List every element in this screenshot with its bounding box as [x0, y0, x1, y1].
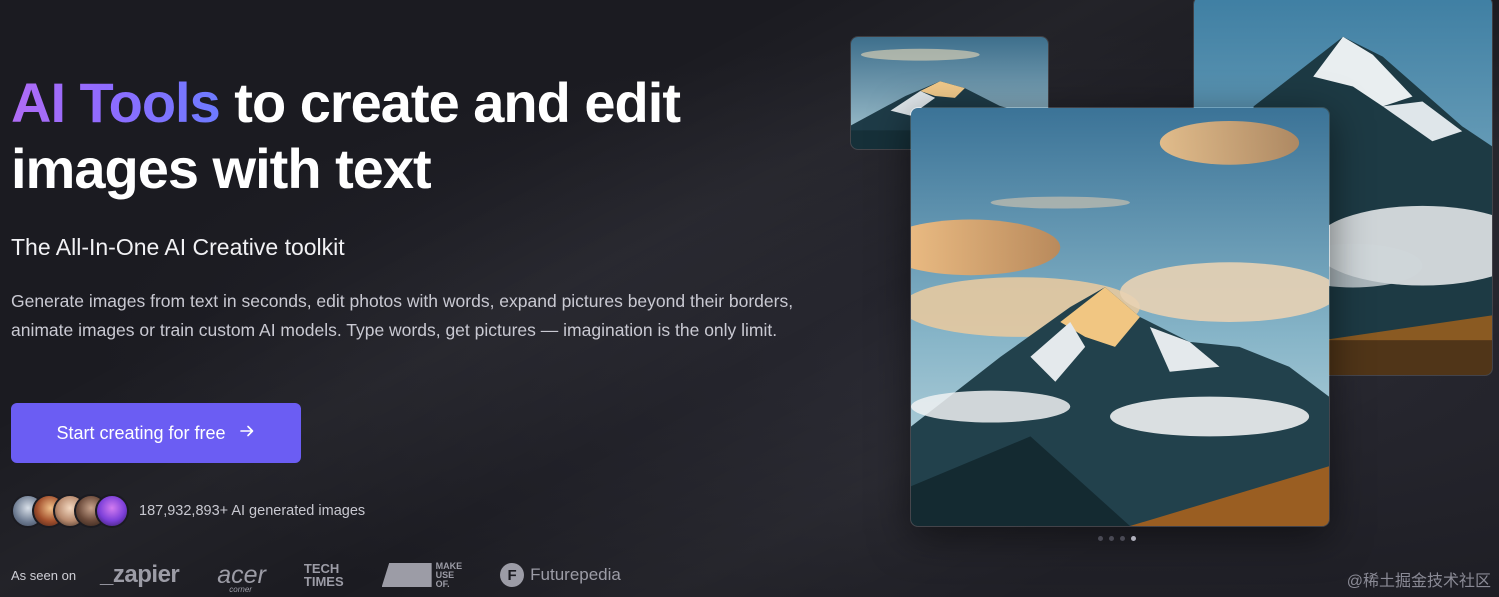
carousel-dot[interactable]: [1098, 536, 1103, 541]
makeuseof-logo-block: [381, 563, 432, 587]
hero-subtitle: The All-In-One AI Creative toolkit: [11, 234, 345, 260]
makeuseof-logo-text: MAKE USE OF.: [435, 561, 463, 589]
arrow-right-icon: [238, 422, 256, 444]
hero-section: AI Tools to create and edit images with …: [11, 70, 831, 345]
as-seen-on-bar: As seen on _zapier acer corner TECH TIMES …: [11, 555, 659, 595]
avatar-stack: [11, 494, 129, 528]
generated-images-count: 187,932,893+ AI generated images: [139, 503, 366, 519]
headline-accent: AI Tools: [11, 71, 221, 134]
mountain-image-main: [910, 107, 1330, 527]
start-creating-button[interactable]: Start creating for free: [11, 403, 301, 463]
tech-times-bottom: TIMES: [303, 574, 344, 589]
makeuseof-line3: OF.: [435, 578, 450, 589]
carousel-dot-active[interactable]: [1131, 536, 1136, 541]
makeuseof-logo: MAKE USE OF.: [381, 561, 463, 589]
watermark-text: @稀土掘金技术社区: [1346, 573, 1491, 590]
acer-corner-logo: acer corner: [217, 561, 266, 594]
hero-description: Generate images from text in seconds, ed…: [11, 291, 794, 340]
tech-times-logo: TECH TIMES: [304, 562, 344, 588]
avatar: [95, 494, 129, 528]
futurepedia-logo: F Futurepedia: [500, 563, 621, 587]
zapier-logo: _zapier: [100, 561, 180, 588]
social-proof: 187,932,893+ AI generated images: [11, 492, 365, 530]
hero-headline: AI Tools to create and edit images with …: [11, 70, 831, 202]
futurepedia-logo-text: Futurepedia: [530, 565, 621, 584]
carousel-dots: [1098, 536, 1136, 541]
carousel-dot[interactable]: [1109, 536, 1114, 541]
carousel-dot[interactable]: [1120, 536, 1125, 541]
cta-label: Start creating for free: [56, 422, 226, 443]
as-seen-on-label: As seen on: [11, 567, 77, 583]
futurepedia-icon: F: [500, 563, 525, 587]
acer-logo-sub: corner: [229, 584, 252, 594]
